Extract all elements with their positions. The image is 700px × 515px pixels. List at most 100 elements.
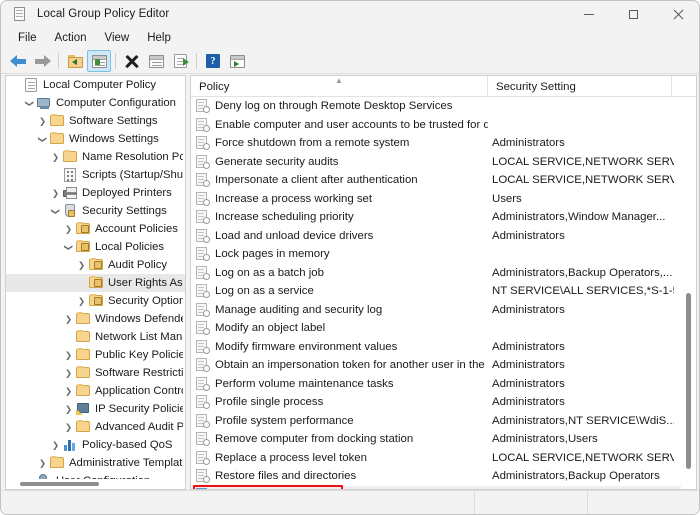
tree-item[interactable]: Audit Policy <box>6 256 185 274</box>
tree-item[interactable]: Advanced Audit Policy Config <box>6 418 185 436</box>
tree-item[interactable]: IP Security Policies on Local <box>6 400 185 418</box>
tree-item[interactable]: Windows Defender Firewall wi <box>6 310 185 328</box>
policy-row[interactable]: Remove computer from docking station Admi… <box>191 430 696 449</box>
up-one-level-button[interactable] <box>63 50 87 72</box>
policy-row[interactable]: Profile single process Administrators <box>191 393 696 412</box>
tree-item[interactable]: Computer Configuration <box>6 94 185 112</box>
security-setting-cell: Administrators,Backup Operators,... <box>492 266 673 279</box>
policy-setting-icon <box>195 247 210 262</box>
tree-item[interactable]: Security Options <box>6 292 185 310</box>
tree-item[interactable]: User Rights Assignment <box>6 274 185 292</box>
chevron-right-icon[interactable] <box>62 364 75 382</box>
policy-row[interactable]: Increase a process working set Users <box>191 190 696 209</box>
tree-item[interactable]: Scripts (Startup/Shutdown) <box>6 166 185 184</box>
tree-item-label: Windows Defender Firewall wi <box>95 313 183 325</box>
policy-row[interactable]: Shut down the systemrabistha,Backup Oper… <box>191 485 696 489</box>
column-header-security-setting[interactable]: Security Setting <box>488 76 672 97</box>
chevron-down-icon[interactable] <box>23 472 36 479</box>
minimize-button[interactable] <box>566 1 611 27</box>
chevron-right-icon[interactable] <box>62 310 75 328</box>
policy-row[interactable]: Replace a process level token LOCAL SERVI… <box>191 449 696 468</box>
chevron-right-icon[interactable] <box>62 220 75 238</box>
tree-item[interactable]: Public Key Policies <box>6 346 185 364</box>
chevron-right-icon[interactable] <box>36 112 49 130</box>
security-setting-cell: Administrators <box>492 377 565 390</box>
policy-name-cell: Deny log on through Remote Desktop Servi… <box>191 99 488 114</box>
policy-row[interactable]: Impersonate a client after authenticatio… <box>191 171 696 190</box>
menu-item-action[interactable]: Action <box>46 30 96 46</box>
tree-item[interactable]: Application Control Policies <box>6 382 185 400</box>
policy-row[interactable]: Lock pages in memory <box>191 245 696 264</box>
tree-item[interactable]: Security Settings <box>6 202 185 220</box>
chevron-right-icon[interactable] <box>62 346 75 364</box>
chevron-right-icon[interactable] <box>75 256 88 274</box>
back-arrow-icon <box>9 54 27 68</box>
policy-row[interactable]: Increase scheduling priority Administrato… <box>191 208 696 227</box>
policy-row[interactable]: Obtain an impersonation token for anothe… <box>191 356 696 375</box>
policy-name-cell: Force shutdown from a remote system <box>191 136 488 151</box>
policy-row[interactable]: Profile system performance Administrators… <box>191 412 696 431</box>
policy-setting-icon <box>195 265 210 280</box>
tree-item[interactable]: Account Policies <box>6 220 185 238</box>
policy-row[interactable]: Restore files and directories Administrat… <box>191 467 696 486</box>
chevron-right-icon[interactable] <box>62 418 75 436</box>
policy-row[interactable]: Load and unload device drivers Administra… <box>191 227 696 246</box>
delete-button[interactable] <box>120 50 144 72</box>
policy-row[interactable]: Perform volume maintenance tasks Administ… <box>191 375 696 394</box>
policy-row[interactable]: Force shutdown from a remote system Admin… <box>191 134 696 153</box>
chevron-right-icon[interactable] <box>62 382 75 400</box>
tree-item[interactable]: Local Policies <box>6 238 185 256</box>
back-button[interactable] <box>6 50 30 72</box>
menu-item-help[interactable]: Help <box>138 30 180 46</box>
close-button[interactable] <box>656 1 699 27</box>
policy-row[interactable]: Log on as a service NT SERVICE\ALL SERVIC… <box>191 282 696 301</box>
tree-item[interactable]: Software Restriction Policies <box>6 364 185 382</box>
maximize-button[interactable] <box>611 1 656 27</box>
policy-name-cell: Impersonate a client after authenticatio… <box>191 173 488 188</box>
policy-row[interactable]: Deny log on through Remote Desktop Servi… <box>191 97 696 116</box>
policy-row[interactable]: Modify an object label <box>191 319 696 338</box>
chevron-right-icon[interactable] <box>75 292 88 310</box>
policy-row[interactable]: Generate security audits LOCAL SERVICE,NE… <box>191 153 696 172</box>
security-setting-cell: Administrators <box>492 229 565 242</box>
tree-item[interactable]: Name Resolution Policy <box>6 148 185 166</box>
chevron-right-icon[interactable] <box>36 454 49 472</box>
tree-item[interactable]: Deployed Printers <box>6 184 185 202</box>
chevron-down-icon[interactable] <box>62 238 75 256</box>
policy-row[interactable]: Log on as a batch job Administrators,Back… <box>191 264 696 283</box>
chevron-down-icon[interactable] <box>49 202 62 220</box>
gpedit-icon <box>12 6 28 22</box>
chevron-down-icon[interactable] <box>36 130 49 148</box>
help-button[interactable]: ? <box>201 50 225 72</box>
policy-name-label: Deny log on through Remote Desktop Servi… <box>215 100 453 113</box>
tree-item[interactable]: Policy-based QoS <box>6 436 185 454</box>
policy-row[interactable]: Enable computer and user accounts to be … <box>191 116 696 135</box>
tree-item[interactable]: Administrative Templates <box>6 454 185 472</box>
tree-item[interactable]: Network List Manager Policies <box>6 328 185 346</box>
properties-button[interactable] <box>144 50 168 72</box>
chevron-right-icon[interactable] <box>62 400 75 418</box>
export-list-button[interactable] <box>168 50 192 72</box>
list-vertical-scrollbar[interactable] <box>681 97 696 489</box>
policy-row[interactable]: Manage auditing and security log Administ… <box>191 301 696 320</box>
chevron-right-icon[interactable] <box>49 148 62 166</box>
tree-item[interactable]: User Configuration <box>6 472 185 479</box>
menu-item-view[interactable]: View <box>96 30 139 46</box>
chevron-down-icon[interactable] <box>23 94 36 112</box>
forward-button[interactable] <box>30 50 54 72</box>
menu-item-file[interactable]: File <box>9 30 46 46</box>
chevron-right-icon[interactable] <box>49 436 62 454</box>
tree-item[interactable]: Local Computer Policy <box>6 76 185 94</box>
chevron-right-icon[interactable] <box>49 184 62 202</box>
policy-row[interactable]: Modify firmware environment values Admini… <box>191 338 696 357</box>
tree-item[interactable]: Windows Settings <box>6 130 185 148</box>
show-contents-button[interactable] <box>225 50 249 72</box>
column-header-policy[interactable]: ▲ Policy <box>191 76 488 97</box>
list-header-row: ▲ Policy Security Setting <box>191 76 696 97</box>
show-hide-tree-button[interactable] <box>87 50 111 72</box>
policy-name-label: Lock pages in memory <box>215 248 330 261</box>
tree-scrollbar-thumb[interactable] <box>20 482 99 486</box>
list-scrollbar-thumb[interactable] <box>686 293 691 469</box>
tree-item[interactable]: Software Settings <box>6 112 185 130</box>
tree-horizontal-scrollbar[interactable] <box>6 479 185 489</box>
